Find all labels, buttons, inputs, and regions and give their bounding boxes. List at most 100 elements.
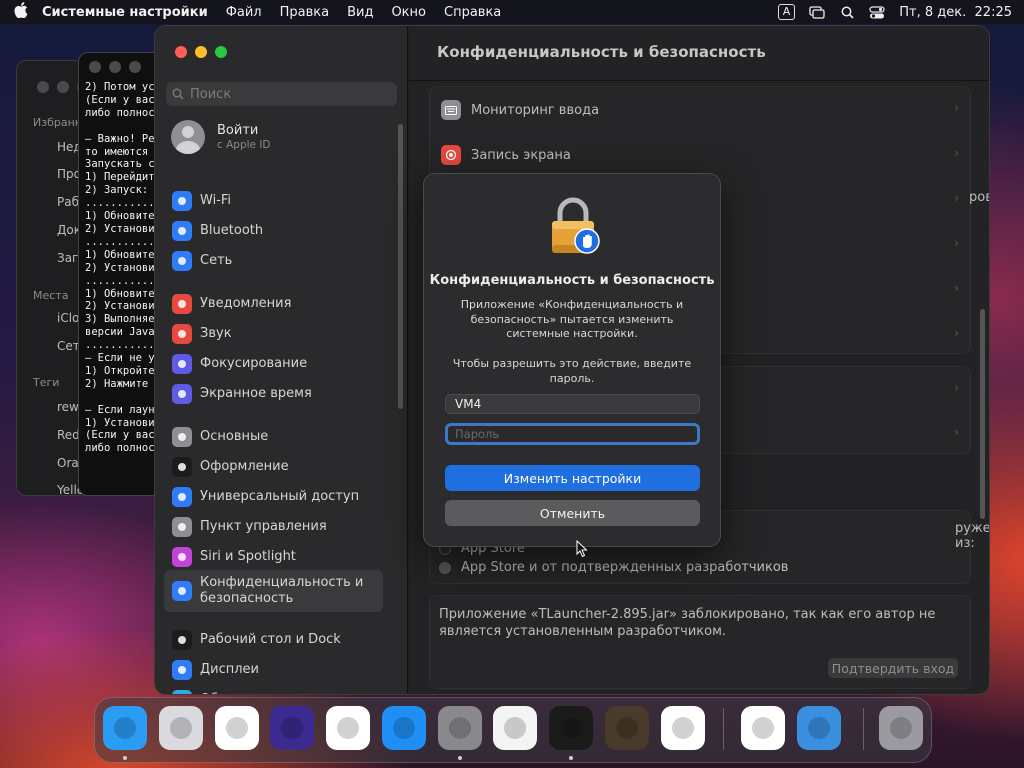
sidebar-item[interactable]: Wi-Fi [164,187,383,215]
sidebar-item-label: Уведомления [200,296,292,311]
sidebar-item[interactable]: Фокусирование [164,350,383,378]
gear-icon [172,427,192,447]
cancel-button[interactable]: Отменить [445,500,700,526]
running-indicator [123,756,127,760]
menu-view[interactable]: Вид [347,5,373,20]
sidebar-item[interactable]: Сеть [164,247,383,275]
sidebar-item[interactable]: Пункт управления [164,513,383,541]
finder-tag[interactable]: rew [57,400,79,414]
sidebar-item[interactable]: Экранное время [164,380,383,408]
sidebar-item[interactable]: Основные [164,423,383,451]
trash-icon[interactable] [879,706,923,750]
permission-row-input-monitoring[interactable]: Мониторинг ввода [441,100,599,120]
app-store-icon[interactable] [382,706,426,750]
accessibility-icon [172,487,192,507]
sidebar: Поиск Войти с Apple ID Wi-Fi Bluetooth Сет… [155,26,408,694]
confirm-open-button[interactable]: Подтвердить вход [828,658,958,678]
dialog-prompt: Чтобы разрешить это действие, введите па… [452,357,692,385]
apple-id-login[interactable]: Войти с Apple ID [171,120,271,154]
running-indicator [458,756,462,760]
visual-studio-icon[interactable] [741,706,785,750]
sidebar-item[interactable]: Рабочий стол и Dock [164,626,383,654]
sidebar-item-label: Обои [200,692,235,694]
radio-app-store-and-developers[interactable]: App Store и от подтвержденных разработчи… [439,560,788,575]
dock [94,697,932,763]
content-scrollbar[interactable] [980,309,985,519]
speaker-icon [172,324,192,344]
password-field[interactable] [445,423,700,445]
sidebar-item[interactable]: Универсальный доступ [164,483,383,511]
menu-window[interactable]: Окно [391,5,426,20]
apple-menu-icon[interactable] [10,2,32,22]
sidebar-item-label: Звук [200,326,232,341]
menu-clock[interactable]: Пт, 8 дек. 22:25 [899,5,1012,20]
terminal-icon[interactable] [549,706,593,750]
control-center-icon[interactable] [869,5,885,19]
textedit-icon[interactable] [493,706,537,750]
sidebar-item[interactable]: Звук [164,320,383,348]
screen-mirroring-icon[interactable] [809,5,825,19]
siri-icon [172,547,192,567]
minimize-button[interactable] [195,46,207,58]
moon-icon [172,354,192,374]
sidebar-item[interactable]: Bluetooth [164,217,383,245]
row-label-fragment: ров [969,190,989,205]
zoom-button[interactable] [215,46,227,58]
finder-icon[interactable] [103,706,147,750]
safari-icon[interactable] [215,706,259,750]
mouse-pointer-icon [576,540,588,558]
search-icon [172,88,184,100]
bluetooth-icon [172,221,192,241]
dock-separator [863,708,864,750]
input-source-icon[interactable]: A [777,4,796,20]
dock-icon [172,630,192,650]
sidebar-search[interactable]: Поиск [166,82,397,106]
page-title: Конфиденциальность и безопасность [437,43,766,61]
modify-settings-button[interactable]: Изменить настройки [445,465,700,491]
keyboard-icon [441,100,461,120]
sidebar-item-label: Основные [200,429,269,444]
sidebar-item[interactable]: Siri и Spotlight [164,543,383,571]
spotlight-search-icon[interactable] [839,5,855,19]
dock-separator [723,708,724,750]
permission-row-screen-recording[interactable]: Запись экрана [441,145,571,165]
sidebar-item-label: Wi-Fi [200,193,232,208]
display-icon [172,660,192,680]
sidebar-scrollbar[interactable] [398,124,403,409]
firefox-icon[interactable] [270,706,314,750]
vscode-icon[interactable] [661,706,705,750]
weather-icon[interactable] [797,706,841,750]
finder-tag[interactable]: Red [57,428,80,442]
chevron-right-icon: › [954,146,959,160]
sidebar-item[interactable]: Конфиденциальность и безопасность [164,570,383,612]
screen-record-icon [441,145,461,165]
chevron-right-icon: › [954,381,959,395]
sidebar-item-label: Siri и Spotlight [200,549,296,564]
sidebar-item-label: Оформление [200,459,289,474]
system-settings-icon[interactable] [438,706,482,750]
blocked-app-message: Приложение «TLauncher-2.895.jar» заблоки… [439,607,936,639]
dialog-title: Конфиденциальность и безопасность [429,273,715,288]
close-button[interactable] [175,46,187,58]
menu-help[interactable]: Справка [444,5,501,20]
menu-file[interactable]: Файл [226,5,262,20]
finder-section-places: Места [33,289,69,302]
sidebar-item-label: Фокусирование [200,356,308,371]
allow-from-label: ружены из: [955,521,990,551]
sidebar-item[interactable]: Дисплеи [164,656,383,684]
chevron-right-icon: › [954,101,959,115]
sidebar-item[interactable]: Обои [164,686,383,694]
menu-edit[interactable]: Правка [280,5,329,20]
globe-icon [172,251,192,271]
chrome-icon[interactable] [326,706,370,750]
chevron-right-icon: › [954,191,959,205]
radio-button[interactable] [439,561,451,574]
garageband-icon[interactable] [605,706,649,750]
launchpad-icon[interactable] [159,706,203,750]
menu-app-name[interactable]: Системные настройки [42,5,208,20]
sidebar-item-label: Bluetooth [200,223,264,238]
sidebar-item[interactable]: Оформление [164,453,383,481]
sidebar-item-label: Конфиденциальность и безопасность [200,575,364,606]
username-field[interactable]: VM4 [445,394,700,414]
sidebar-item[interactable]: Уведомления [164,290,383,318]
